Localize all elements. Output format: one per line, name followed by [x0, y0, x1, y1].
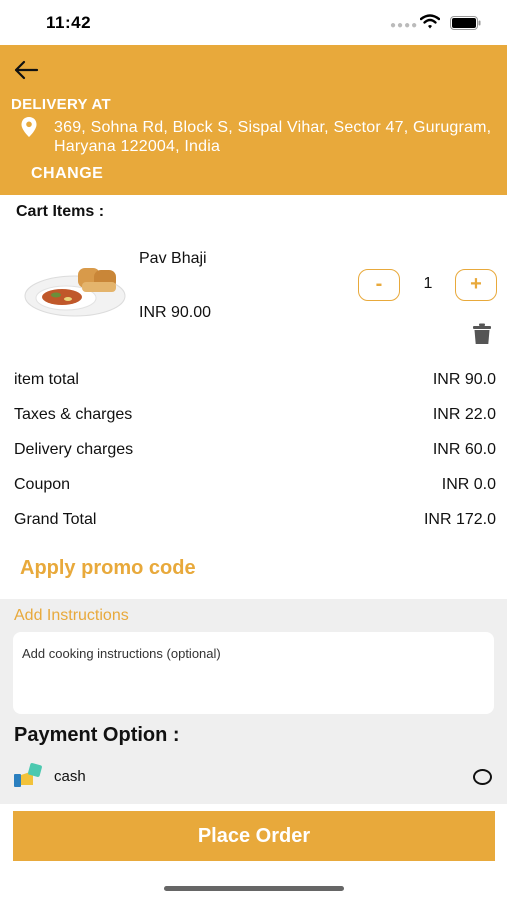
summary-label-item-total: item total: [14, 371, 79, 388]
summary-label-grand-total: Grand Total: [14, 511, 97, 528]
battery-icon: [450, 16, 481, 30]
status-time: 11:42: [46, 13, 92, 32]
summary-label-taxes: Taxes & charges: [14, 406, 133, 423]
delivery-address: 369, Sohna Rd, Block S, Sispal Vihar, Se…: [54, 119, 492, 155]
summary-value-grand-total: INR 172.0: [423, 511, 496, 528]
cash-payment-icon: [14, 763, 42, 787]
summary-value-taxes: INR 22.0: [432, 406, 496, 423]
summary-value-delivery: INR 60.0: [432, 441, 496, 458]
increase-quantity-button[interactable]: +: [455, 269, 497, 301]
cart-items-title: Cart Items :: [16, 203, 105, 220]
apply-promo-code-link[interactable]: Apply promo code: [20, 557, 196, 580]
trash-icon[interactable]: [472, 323, 492, 345]
change-address-button[interactable]: CHANGE: [31, 165, 103, 183]
payment-option-title: Payment Option :: [14, 724, 180, 746]
decrease-quantity-button[interactable]: -: [358, 269, 400, 301]
summary-label-coupon: Coupon: [14, 476, 71, 493]
cash-option-label: cash: [54, 768, 86, 785]
summary-value-coupon: INR 0.0: [441, 476, 496, 493]
wifi-icon: [420, 14, 440, 29]
status-bar: 11:42 ●●●●: [0, 0, 507, 45]
item-quantity: 1: [423, 275, 433, 292]
instructions-payment-section: Add Instructions Payment Option : cash: [0, 599, 507, 804]
add-instructions-title: Add Instructions: [14, 607, 129, 624]
place-order-button[interactable]: Place Order: [13, 811, 495, 861]
pav-bhaji-image: [24, 268, 126, 317]
item-name: Pav Bhaji: [139, 250, 207, 267]
summary-label-delivery: Delivery charges: [14, 441, 134, 458]
location-pin-icon: [21, 117, 37, 137]
item-price: INR 90.00: [139, 304, 212, 321]
cooking-instructions-input[interactable]: [13, 632, 494, 714]
summary-value-item-total: INR 90.0: [432, 371, 496, 388]
signal-icon: ●●●●: [390, 20, 419, 31]
delivery-at-label: DELIVERY AT: [11, 96, 111, 113]
home-indicator: [164, 886, 344, 891]
delivery-header: DELIVERY AT 369, Sohna Rd, Block S, Sisp…: [0, 45, 507, 195]
back-arrow-icon[interactable]: [13, 59, 39, 81]
cash-radio-button[interactable]: [473, 769, 492, 785]
